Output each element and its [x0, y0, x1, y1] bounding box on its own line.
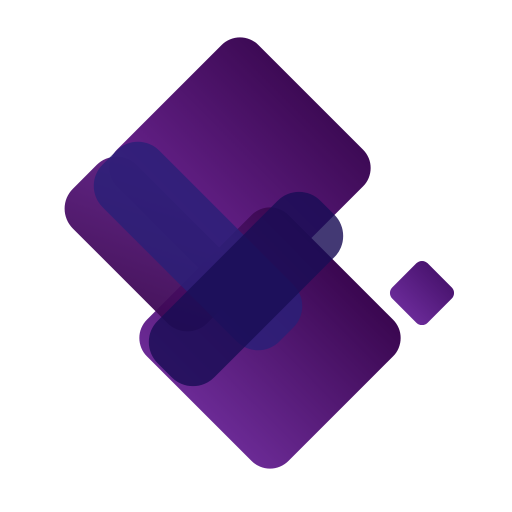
- logo-canvas: [0, 0, 512, 512]
- power-apps-logo-icon: [64, 37, 455, 469]
- small-diamond-shape: [389, 260, 455, 326]
